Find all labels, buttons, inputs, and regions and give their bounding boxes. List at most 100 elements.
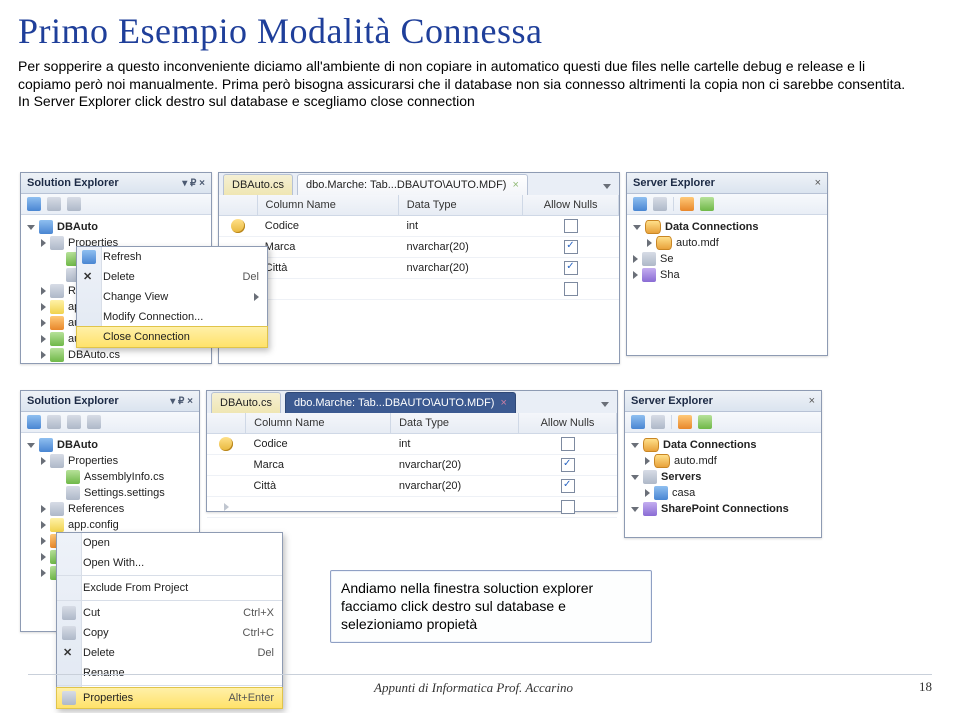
file-icon (50, 236, 64, 250)
tree-node[interactable]: Se (629, 251, 825, 267)
tab-dbauto[interactable]: DBAuto.cs (223, 174, 293, 195)
sharepoint-icon (642, 268, 656, 282)
connect-icon[interactable] (631, 415, 645, 429)
file-icon (50, 316, 64, 330)
primary-key-icon (231, 219, 245, 233)
properties-icon[interactable] (67, 197, 81, 211)
tree-root[interactable]: DBAuto (23, 437, 197, 453)
home-icon[interactable] (27, 197, 41, 211)
allow-nulls-checkbox[interactable] (561, 437, 575, 451)
tab-overflow-icon[interactable] (603, 184, 611, 189)
delete-icon: ✕ (83, 270, 92, 283)
tab-marche[interactable]: dbo.Marche: Tab...DBAUTO\AUTO.MDF)× (297, 174, 528, 195)
allow-nulls-checkbox[interactable] (564, 282, 578, 296)
add-icon[interactable] (698, 415, 712, 429)
table-row[interactable]: Cittànvarchar(20) (219, 258, 619, 279)
tree-item[interactable]: auto.mdf (627, 453, 819, 469)
menu-item[interactable]: ✕DeleteDel (77, 267, 267, 287)
close-icon[interactable]: × (815, 177, 821, 189)
table-designer-panel: DBAuto.cs dbo.Marche: Tab...DBAUTO\AUTO.… (206, 390, 618, 512)
table-row[interactable]: Marcanvarchar(20) (207, 455, 617, 476)
show-all-icon[interactable] (67, 415, 81, 429)
close-icon[interactable]: × (500, 397, 506, 409)
project-icon (39, 438, 53, 452)
close-icon[interactable]: × (512, 179, 518, 191)
allow-nulls-checkbox[interactable] (561, 479, 575, 493)
database-icon (643, 438, 659, 452)
table-row[interactable] (207, 497, 617, 518)
file-icon (66, 486, 80, 500)
tree-item[interactable]: DBAuto.cs (23, 347, 209, 363)
menu-item[interactable]: Refresh (77, 247, 267, 267)
table-header: Column Name Data Type Allow Nulls (207, 413, 617, 434)
tree-item[interactable]: References (23, 501, 197, 517)
menu-item[interactable]: ✕DeleteDel (57, 643, 282, 663)
refresh-icon[interactable] (651, 415, 665, 429)
pin-close-icons[interactable]: ▾ ₽ × (170, 396, 193, 407)
stop-icon[interactable] (678, 415, 692, 429)
node-icon (643, 470, 657, 484)
server-explorer-panel: Server Explorer× Data Connections auto.m… (624, 390, 822, 538)
tree-root[interactable]: Data Connections (627, 437, 819, 453)
tree-root[interactable]: Data Connections (629, 219, 825, 235)
file-icon (50, 454, 64, 468)
page-number: 18 (919, 679, 932, 695)
connect-icon[interactable] (633, 197, 647, 211)
context-menu[interactable]: Refresh✕DeleteDelChange ViewModify Conne… (76, 246, 268, 348)
allow-nulls-checkbox[interactable] (564, 240, 578, 254)
stop-icon[interactable] (680, 197, 694, 211)
allow-nulls-checkbox[interactable] (564, 219, 578, 233)
table-row[interactable]: Cittànvarchar(20) (207, 476, 617, 497)
file-icon (66, 470, 80, 484)
tree-item[interactable]: casa (627, 485, 819, 501)
tab-overflow-icon[interactable] (601, 402, 609, 407)
delete-icon: ✕ (63, 646, 72, 659)
properties-icon[interactable] (87, 415, 101, 429)
tree-item[interactable]: Properties (23, 453, 197, 469)
menu-icon (82, 250, 96, 264)
pin-close-icons[interactable]: ▾ ₽ × (182, 178, 205, 189)
server-icon (642, 252, 656, 266)
table-row[interactable]: Codiceint (207, 434, 617, 455)
table-row[interactable]: Marcanvarchar(20) (219, 237, 619, 258)
tree-root[interactable]: DBAuto (23, 219, 209, 235)
tree-item-automdf[interactable]: auto.mdf (629, 235, 825, 251)
menu-item[interactable]: Exclude From Project (57, 578, 282, 598)
tab-dbauto[interactable]: DBAuto.cs (211, 392, 281, 413)
menu-item[interactable]: Close Connection (76, 326, 268, 348)
file-icon (50, 348, 64, 362)
allow-nulls-checkbox[interactable] (561, 458, 575, 472)
tree-item[interactable]: AssemblyInfo.cs (23, 469, 197, 485)
home-icon[interactable] (27, 415, 41, 429)
table-row[interactable] (219, 279, 619, 300)
refresh-icon[interactable] (47, 197, 61, 211)
menu-item[interactable]: CopyCtrl+C (57, 623, 282, 643)
server-explorer-panel: Server Explorer× Data Connections auto.m… (626, 172, 828, 356)
refresh-icon[interactable] (47, 415, 61, 429)
page-title: Primo Esempio Modalità Connessa (18, 10, 942, 52)
panel-toolbar[interactable] (21, 194, 211, 215)
table-row[interactable]: Codiceint (219, 216, 619, 237)
menu-item[interactable]: Modify Connection... (77, 307, 267, 327)
tab-marche-active[interactable]: dbo.Marche: Tab...DBAUTO\AUTO.MDF)× (285, 392, 516, 413)
close-icon[interactable]: × (809, 395, 815, 407)
tree-item[interactable]: SharePoint Connections (627, 501, 819, 517)
tree-item[interactable]: app.config (23, 517, 197, 533)
file-icon (50, 518, 64, 532)
tree-item[interactable]: Servers (627, 469, 819, 485)
menu-item[interactable]: CutCtrl+X (57, 603, 282, 623)
allow-nulls-checkbox[interactable] (561, 500, 575, 514)
menu-item[interactable]: Open With... (57, 553, 282, 573)
page-footer: Appunti di Informatica Prof. Accarino 18 (0, 674, 960, 697)
menu-icon (62, 626, 76, 640)
primary-key-icon (219, 437, 233, 451)
allow-nulls-checkbox[interactable] (564, 261, 578, 275)
panel-toolbar[interactable] (627, 194, 827, 215)
refresh-icon[interactable] (653, 197, 667, 211)
file-icon (50, 332, 64, 346)
menu-item[interactable]: Change View (77, 287, 267, 307)
tree-item[interactable]: Settings.settings (23, 485, 197, 501)
menu-item[interactable]: Open (57, 533, 282, 553)
add-icon[interactable] (700, 197, 714, 211)
tree-node[interactable]: Sha (629, 267, 825, 283)
